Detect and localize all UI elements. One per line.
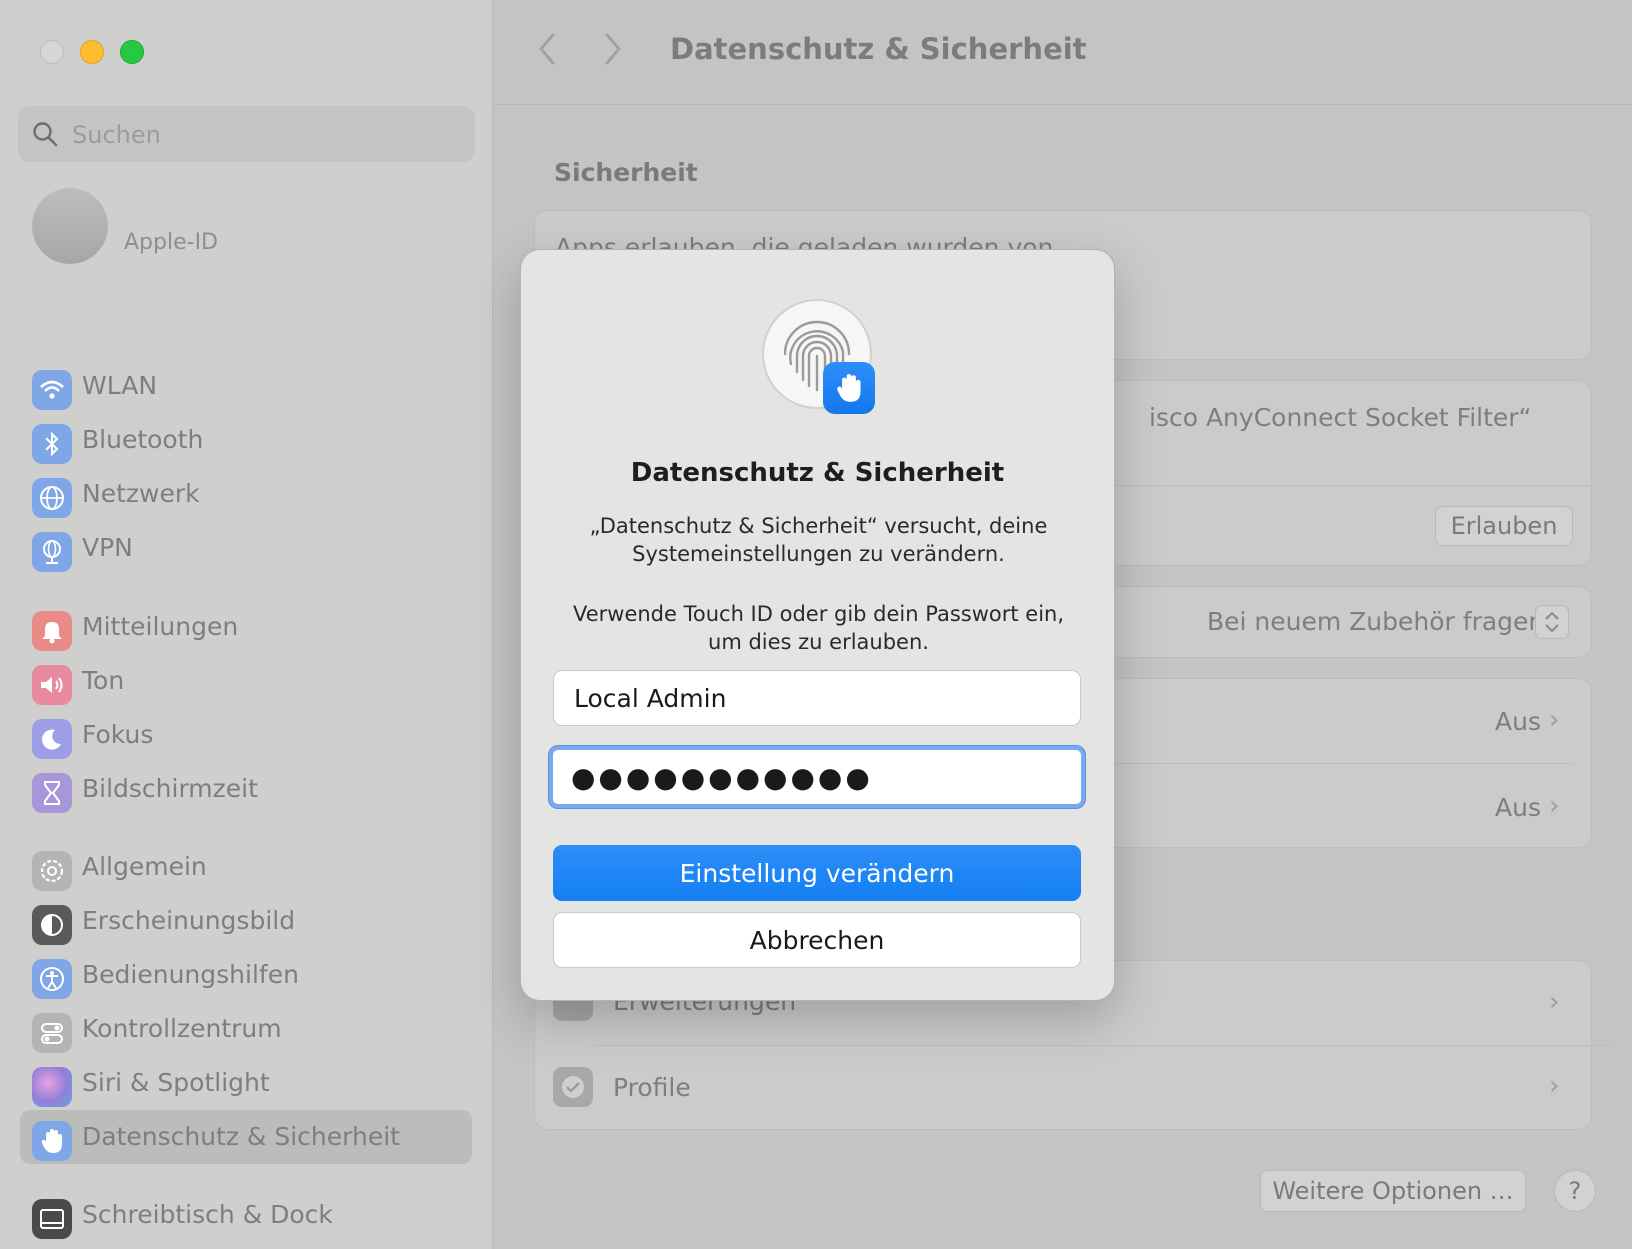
dialog-prompt: Verwende Touch ID oder gib dein Passwort… xyxy=(551,600,1086,656)
sidebar-item-kontrollzentrum[interactable]: Kontrollzentrum xyxy=(20,1002,472,1056)
chevron-left-icon xyxy=(539,33,555,65)
dialog-message-line: „Datenschutz & Sicherheit“ versucht, dei… xyxy=(589,514,1048,538)
forward-button[interactable] xyxy=(602,32,624,75)
accessory-value[interactable]: Bei neuem Zubehör fragen xyxy=(1207,607,1544,636)
moon-icon xyxy=(32,719,72,759)
sidebar-item-bildschirmzeit[interactable]: Bildschirmzeit xyxy=(20,762,472,816)
chevron-right-icon xyxy=(605,33,621,65)
row-divider xyxy=(595,1045,1613,1046)
sidebar-item-schreibtisch-dock[interactable]: Schreibtisch & Dock xyxy=(20,1188,472,1242)
section-title: Sicherheit xyxy=(554,158,698,187)
sidebar-item-datenschutz-sicherheit[interactable]: Datenschutz & Sicherheit xyxy=(20,1110,472,1164)
hand-icon xyxy=(32,1121,72,1161)
popup-stepper-icon[interactable] xyxy=(1535,605,1569,639)
confirm-change-button[interactable]: Einstellung verändern xyxy=(553,845,1081,901)
blocked-software-text: isco AnyConnect Socket Filter“ xyxy=(1149,403,1532,432)
maximize-window-button[interactable] xyxy=(120,40,144,64)
dialog-prompt-line: um dies zu erlauben. xyxy=(708,630,929,654)
chevron-right-icon[interactable]: › xyxy=(1549,1071,1559,1101)
gear-icon xyxy=(32,851,72,891)
dialog-prompt-line: Verwende Touch ID oder gib dein Passwort… xyxy=(572,602,1065,626)
sidebar-item-label: WLAN xyxy=(82,371,158,400)
sidebar-item-label: Fokus xyxy=(82,720,154,749)
chevron-right-icon[interactable]: › xyxy=(1549,705,1559,735)
sidebar-item-label: VPN xyxy=(82,533,133,562)
back-button[interactable] xyxy=(536,32,558,75)
appearance-icon xyxy=(32,905,72,945)
siri-icon xyxy=(32,1067,72,1107)
speaker-icon xyxy=(32,665,72,705)
sidebar-item-fokus[interactable]: Fokus xyxy=(20,708,472,762)
help-button[interactable]: ? xyxy=(1554,1170,1596,1212)
globe-icon xyxy=(32,478,72,518)
sidebar-item-netzwerk[interactable]: Netzwerk xyxy=(20,467,472,521)
sidebar-item-bluetooth[interactable]: Bluetooth xyxy=(20,413,472,467)
dialog-message-line: Systemeinstellungen zu verändern. xyxy=(632,542,1005,566)
sidebar-item-erscheinungsbild[interactable]: Erscheinungsbild xyxy=(20,894,472,948)
touch-id-fingerprint-icon xyxy=(761,298,881,418)
sidebar-item-label: Netzwerk xyxy=(82,479,200,508)
sidebar-item-label: Siri & Spotlight xyxy=(82,1068,270,1097)
sidebar-item-vpn[interactable]: VPN xyxy=(20,521,472,575)
apple-id-label[interactable]: Apple-ID xyxy=(124,230,218,255)
sidebar-item-label: Mitteilungen xyxy=(82,612,239,641)
hourglass-icon xyxy=(32,773,72,813)
sidebar-item-bedienungshilfen[interactable]: Bedienungshilfen xyxy=(20,948,472,1002)
dock-icon xyxy=(32,1199,72,1239)
sidebar-item-label: Bildschirmzeit xyxy=(82,774,258,803)
close-window-button[interactable] xyxy=(40,40,64,64)
authentication-dialog: Datenschutz & Sicherheit „Datenschutz & … xyxy=(520,249,1115,1001)
sidebar-item-ton[interactable]: Ton xyxy=(20,654,472,708)
bluetooth-icon xyxy=(32,424,72,464)
avatar[interactable] xyxy=(32,188,108,264)
chevron-right-icon[interactable]: › xyxy=(1549,987,1559,1017)
sidebar-item-label: Bluetooth xyxy=(82,425,204,454)
profile-badge-icon xyxy=(553,1067,593,1107)
sidebar-item-label: Allgemein xyxy=(82,852,207,881)
vpn-globe-icon xyxy=(32,532,72,572)
wifi-icon xyxy=(32,370,72,410)
search-input[interactable] xyxy=(70,114,464,156)
hand-icon xyxy=(823,362,875,414)
search-icon xyxy=(33,122,58,147)
sidebar-item-wlan[interactable]: WLAN xyxy=(20,359,472,413)
dialog-title: Datenschutz & Sicherheit xyxy=(630,458,1005,488)
search-field[interactable] xyxy=(18,106,475,162)
chevron-right-icon[interactable]: › xyxy=(1549,791,1559,821)
password-field[interactable]: ●●●●●●●●●●● xyxy=(549,746,1085,808)
sidebar-item-siri-spotlight[interactable]: Siri & Spotlight xyxy=(20,1056,472,1110)
sidebar-item-label: Datenschutz & Sicherheit xyxy=(82,1122,400,1151)
sidebar-item-label: Bedienungshilfen xyxy=(82,960,299,989)
sidebar-item-label: Kontrollzentrum xyxy=(82,1014,282,1043)
profiles-label[interactable]: Profile xyxy=(613,1073,691,1102)
allow-button[interactable]: Erlauben xyxy=(1435,506,1573,546)
sidebar-item-allgemein[interactable]: Allgemein xyxy=(20,840,472,894)
accessibility-icon xyxy=(32,959,72,999)
sidebar: Apple-ID WLAN Bluetooth Netzwerk VPN Mit… xyxy=(0,0,493,1249)
more-options-button[interactable]: Weitere Optionen … xyxy=(1260,1170,1526,1212)
row-value-aus-1: Aus xyxy=(1495,707,1541,736)
row-value-aus-2: Aus xyxy=(1495,793,1541,822)
sidebar-item-label: Schreibtisch & Dock xyxy=(82,1200,333,1229)
header-divider xyxy=(494,104,1632,105)
sidebar-item-mitteilungen[interactable]: Mitteilungen xyxy=(20,600,472,654)
sidebar-item-label: Erscheinungsbild xyxy=(82,906,296,935)
minimize-window-button[interactable] xyxy=(80,40,104,64)
cancel-button[interactable]: Abbrechen xyxy=(553,912,1081,968)
bell-icon xyxy=(32,611,72,651)
toggles-icon xyxy=(32,1013,72,1053)
page-title: Datenschutz & Sicherheit xyxy=(670,32,1087,66)
sidebar-item-label: Ton xyxy=(82,666,125,695)
username-field[interactable]: Local Admin xyxy=(553,670,1081,726)
dialog-message: „Datenschutz & Sicherheit“ versucht, dei… xyxy=(551,512,1086,568)
